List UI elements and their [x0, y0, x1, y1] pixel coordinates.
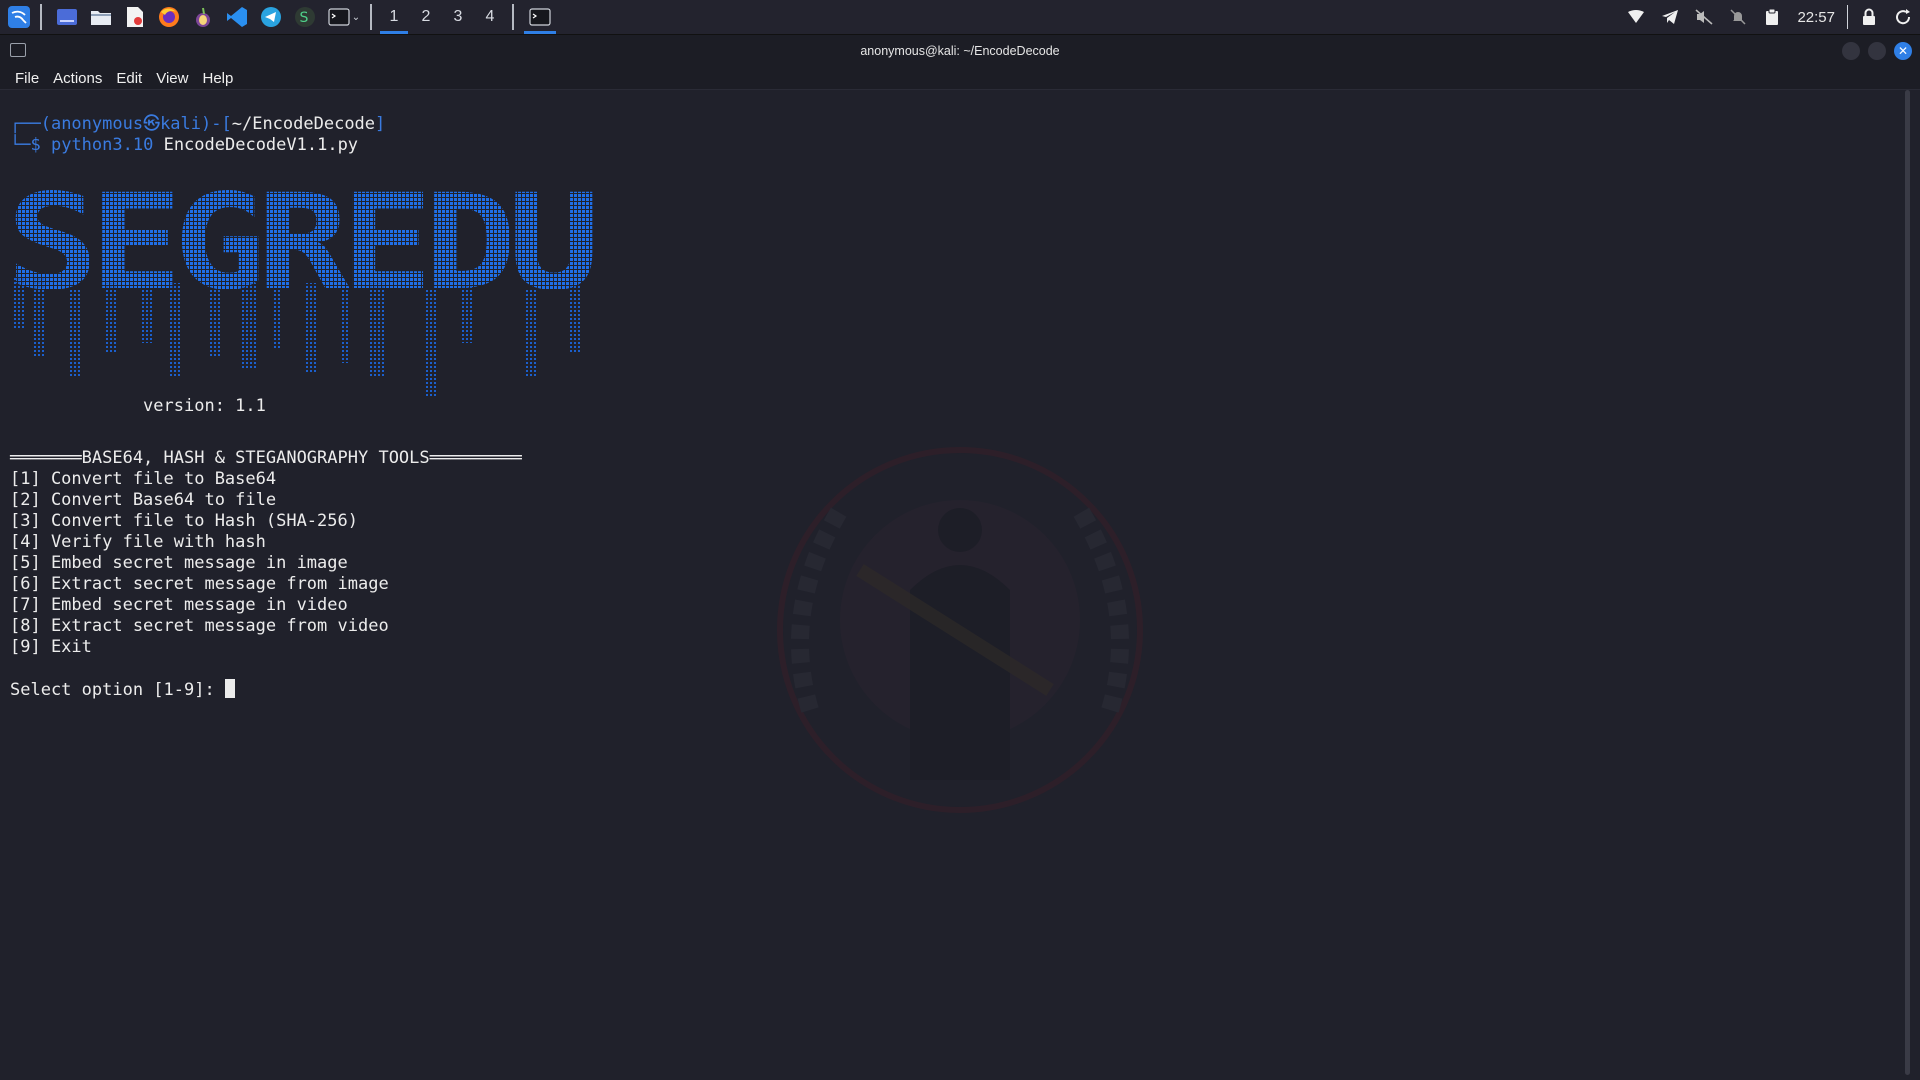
- wallpaper-emblem-icon: [777, 447, 1143, 813]
- command-name: python3.10: [50, 135, 154, 155]
- prompt-dollar: └─$: [10, 135, 41, 155]
- file-manager-icon[interactable]: [86, 2, 116, 32]
- select-prompt: Select option [1-9]:: [10, 680, 225, 700]
- panel-separator: [1847, 5, 1848, 29]
- telegram-tray-icon[interactable]: [1653, 0, 1687, 34]
- telegram-icon[interactable]: [256, 2, 286, 32]
- workspace-2[interactable]: 2: [410, 0, 442, 34]
- option-3: [3] Convert file to Hash (SHA-256): [10, 511, 358, 531]
- select-prompt-line[interactable]: Select option [1-9]:: [10, 679, 235, 701]
- prompt-mid: )-[: [201, 114, 232, 134]
- tools-header: ═══════BASE64, HASH & STEGANOGRAPHY TOOL…: [10, 448, 522, 468]
- menu-help[interactable]: Help: [195, 70, 240, 87]
- option-4: [4] Verify file with hash: [10, 532, 266, 552]
- terminal-area[interactable]: ┌──(anonymous㉿kali)-[~/EncodeDecode] └─$…: [0, 90, 1920, 1080]
- window-titlebar[interactable]: anonymous@kali: ~/EncodeDecode ✕: [0, 35, 1920, 67]
- option-1: [1] Convert file to Base64: [10, 469, 277, 489]
- prompt-open: ┌──(: [10, 114, 51, 134]
- menu-actions[interactable]: Actions: [46, 70, 109, 87]
- panel-separator: [512, 4, 514, 30]
- app-icon[interactable]: S: [290, 2, 320, 32]
- window-menu-icon[interactable]: [10, 43, 26, 57]
- clipboard-icon[interactable]: [1755, 0, 1789, 34]
- terminal-icon: [529, 8, 551, 26]
- version-line: version: 1.1: [10, 396, 266, 416]
- workspace-4[interactable]: 4: [474, 0, 506, 34]
- workspace-1[interactable]: 1: [378, 0, 410, 34]
- command-argument: EncodeDecodeV1.1.py: [163, 135, 359, 155]
- wifi-icon[interactable]: [1619, 0, 1653, 34]
- option-9: [9] Exit: [10, 637, 92, 657]
- ascii-banner: SEGREDU: [10, 178, 600, 398]
- option-7: [7] Embed secret message in video: [10, 595, 348, 615]
- svg-text:S: S: [300, 10, 309, 26]
- taskbar-terminal-window[interactable]: [520, 0, 560, 34]
- kali-menu-icon[interactable]: [4, 2, 34, 32]
- option-5: [5] Embed secret message in image: [10, 553, 348, 573]
- top-panel: S ⌄ 1 2 3 4 22:57: [0, 0, 1920, 35]
- notifications-off-icon[interactable]: [1721, 0, 1755, 34]
- option-2: [2] Convert Base64 to file: [10, 490, 277, 510]
- text-cursor: [224, 679, 235, 698]
- minimize-button[interactable]: [1842, 42, 1860, 60]
- command-line: └─$ python3.10 EncodeDecodeV1.1.py: [10, 135, 358, 156]
- close-button[interactable]: ✕: [1894, 42, 1912, 60]
- maximize-button[interactable]: [1868, 42, 1886, 60]
- option-6: [6] Extract secret message from image: [10, 574, 389, 594]
- chevron-down-icon[interactable]: ⌄: [352, 12, 360, 23]
- banner-text: SEGREDU: [10, 178, 593, 320]
- system-tray: 22:57: [1619, 0, 1920, 34]
- prompt-user-host: anonymous㉿kali: [50, 114, 202, 134]
- workspace-3[interactable]: 3: [442, 0, 474, 34]
- clock[interactable]: 22:57: [1789, 9, 1843, 26]
- panel-separator: [370, 4, 372, 30]
- vscode-icon[interactable]: [222, 2, 252, 32]
- menu-bar: File Actions Edit View Help: [0, 67, 1920, 90]
- panel-separator: [40, 4, 42, 30]
- terminal-scrollbar[interactable]: [1905, 90, 1910, 1075]
- menu-file[interactable]: File: [8, 70, 46, 87]
- prompt-line: ┌──(anonymous㉿kali)-[~/EncodeDecode]: [10, 114, 385, 135]
- show-desktop-icon[interactable]: [52, 2, 82, 32]
- pdf-icon[interactable]: [120, 2, 150, 32]
- prompt-close: ]: [375, 114, 386, 134]
- prompt-path: ~/EncodeDecode: [231, 114, 376, 134]
- firefox-icon[interactable]: [154, 2, 184, 32]
- menu-view[interactable]: View: [149, 70, 195, 87]
- terminal-icon[interactable]: ⌄: [324, 2, 364, 32]
- lock-icon[interactable]: [1852, 0, 1886, 34]
- menu-edit[interactable]: Edit: [109, 70, 149, 87]
- tor-icon[interactable]: [188, 2, 218, 32]
- power-icon[interactable]: [1886, 0, 1920, 34]
- window-title: anonymous@kali: ~/EncodeDecode: [860, 44, 1060, 58]
- volume-muted-icon[interactable]: [1687, 0, 1721, 34]
- option-8: [8] Extract secret message from video: [10, 616, 389, 636]
